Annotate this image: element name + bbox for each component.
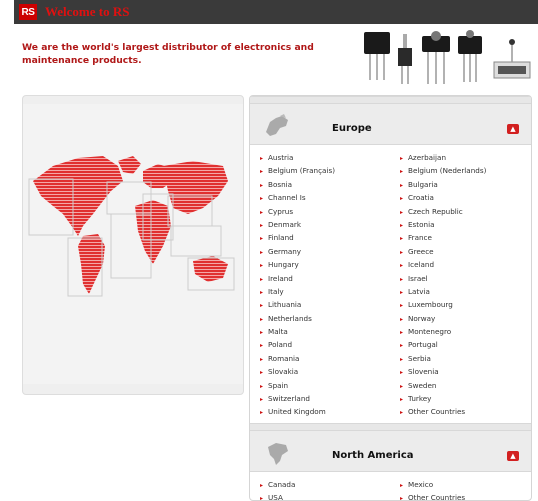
arrow-up-icon[interactable]: ▲ (507, 450, 519, 461)
header-bar: RS Welcome to RS (14, 0, 538, 24)
country-link[interactable]: Bosnia (260, 178, 400, 191)
country-link[interactable]: Channel Is (260, 191, 400, 204)
country-link[interactable]: Mexico (400, 478, 530, 491)
country-link[interactable]: Israel (400, 272, 530, 285)
tagline: We are the world's largest distributor o… (22, 42, 314, 66)
world-map[interactable] (23, 96, 243, 394)
country-link[interactable]: Austria (260, 151, 400, 164)
north-america-map-icon (268, 442, 288, 465)
country-link[interactable]: Denmark (260, 218, 400, 231)
country-link[interactable]: Other Countries (400, 491, 530, 500)
country-link[interactable]: Iceland (400, 258, 530, 271)
country-link[interactable]: Spain (260, 379, 400, 392)
region-title-europe: Europe (332, 123, 372, 134)
country-link[interactable]: Bulgaria (400, 178, 530, 191)
country-link[interactable]: Cyprus (260, 205, 400, 218)
page-title: Welcome to RS (45, 4, 130, 19)
country-link[interactable]: Netherlands (260, 312, 400, 325)
country-link[interactable]: Portugal (400, 338, 530, 351)
region-title-north-america: North America (332, 449, 414, 461)
country-link[interactable]: USA (260, 491, 400, 500)
country-link[interactable]: Luxembourg (400, 298, 530, 311)
country-link[interactable]: Croatia (400, 191, 530, 204)
country-link[interactable]: United Kingdom (260, 405, 400, 418)
country-link[interactable]: Canada (260, 478, 400, 491)
country-link[interactable]: France (400, 231, 530, 244)
country-link[interactable]: Finland (260, 231, 400, 244)
regions-panel: Europe ▲ Austria Azerbaijan Belgium (Fra… (249, 95, 532, 501)
arrow-up-icon[interactable]: ▲ (507, 124, 519, 134)
country-link[interactable]: Estonia (400, 218, 530, 231)
components-banner-image (364, 30, 531, 84)
country-link[interactable]: Germany (260, 245, 400, 258)
country-link[interactable]: Lithuania (260, 298, 400, 311)
country-link[interactable]: Turkey (400, 392, 530, 405)
country-link[interactable]: Sweden (400, 379, 530, 392)
country-link[interactable]: Azerbaijan (400, 151, 530, 164)
left-margin (0, 0, 14, 499)
europe-country-list: Austria Azerbaijan Belgium (Français) Be… (250, 145, 531, 423)
country-link[interactable]: Norway (400, 312, 530, 325)
greenland-region[interactable] (118, 156, 141, 174)
country-link[interactable]: Greece (400, 245, 530, 258)
country-link[interactable]: Poland (260, 338, 400, 351)
region-header-europe: Europe ▲ (250, 104, 531, 145)
australia-region[interactable] (193, 256, 228, 282)
country-link[interactable]: Slovakia (260, 365, 400, 378)
rs-logo[interactable]: RS (19, 4, 37, 20)
country-link[interactable]: Belgium (Français) (260, 164, 400, 177)
north-america-country-list: Canada Mexico USA Other Countries (250, 472, 531, 500)
country-link[interactable]: Belgium (Nederlands) (400, 164, 530, 177)
map-box-south-asia[interactable] (170, 225, 222, 257)
region-header-north-america: North America ▲ (250, 430, 531, 472)
country-link[interactable]: Czech Republic (400, 205, 530, 218)
country-link[interactable]: Slovenia (400, 365, 530, 378)
panel-top-band (250, 96, 531, 104)
europe-map-icon (266, 114, 288, 136)
south-america-region[interactable] (78, 234, 105, 294)
north-america-region[interactable] (33, 156, 123, 236)
country-link[interactable]: Italy (260, 285, 400, 298)
country-link[interactable]: Switzerland (260, 392, 400, 405)
country-link[interactable]: Romania (260, 352, 400, 365)
country-link[interactable]: Hungary (260, 258, 400, 271)
world-map-panel (22, 95, 244, 395)
country-link[interactable]: Latvia (400, 285, 530, 298)
africa-region[interactable] (135, 200, 171, 264)
country-link[interactable]: Malta (260, 325, 400, 338)
country-link[interactable]: Serbia (400, 352, 530, 365)
country-link[interactable]: Ireland (260, 272, 400, 285)
section-divider (250, 422, 531, 431)
country-link[interactable]: Other Countries (400, 405, 530, 418)
country-link[interactable]: Montenegro (400, 325, 530, 338)
